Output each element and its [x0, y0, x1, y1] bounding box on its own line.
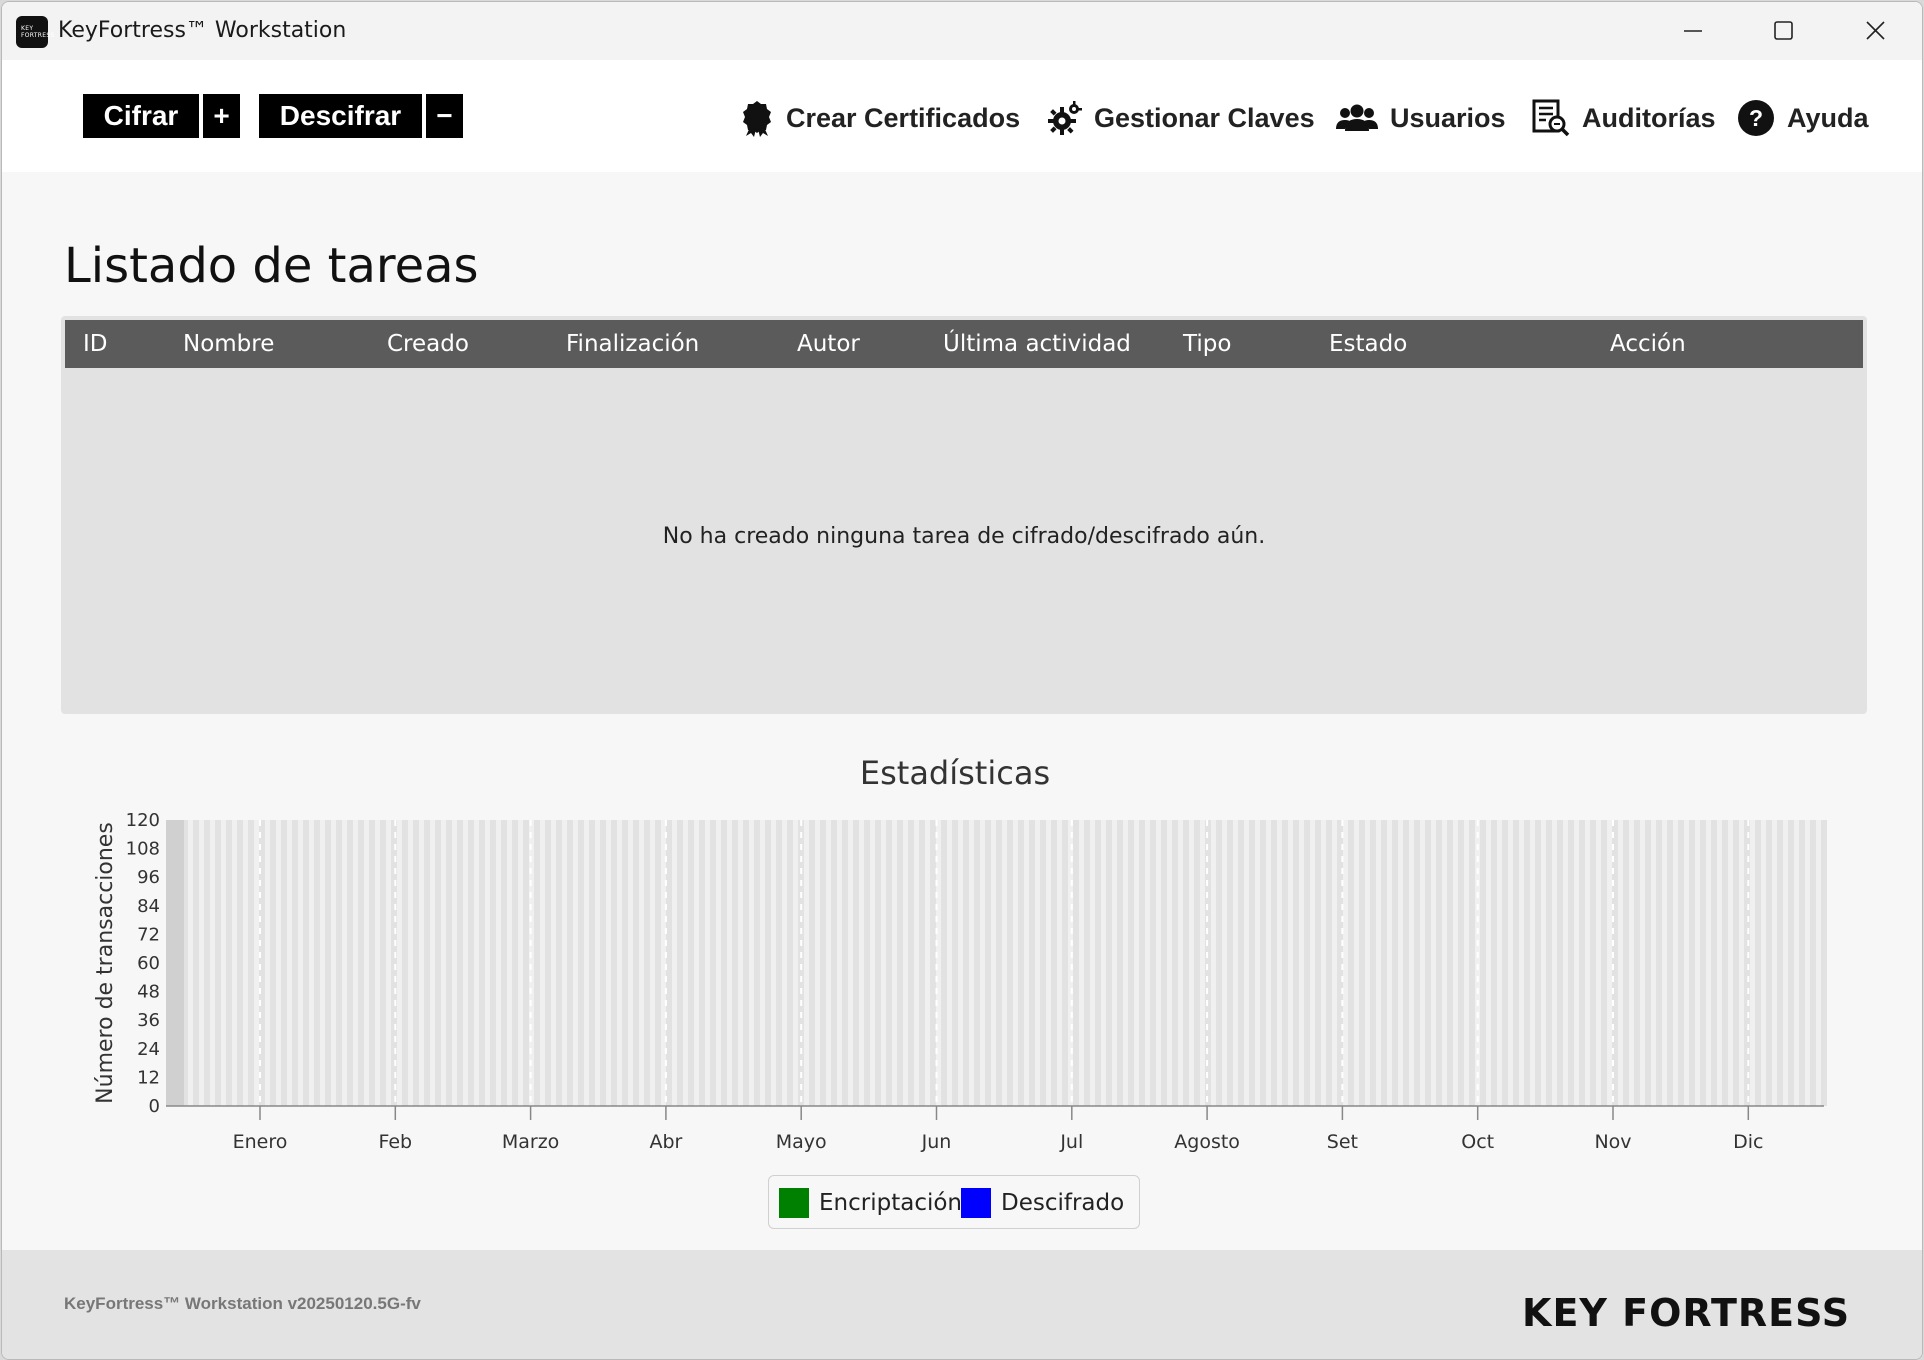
legend-swatch-encryption: [779, 1188, 809, 1218]
y-tick-label: 108: [126, 839, 160, 860]
maximize-icon: [1774, 21, 1793, 40]
nav-help-label: Ayuda: [1787, 102, 1869, 133]
y-tick-label: 36: [137, 1010, 160, 1031]
task-table-header: ID Nombre Creado Finalización Autor Últi…: [65, 320, 1863, 368]
legend-label-encryption: Encriptación: [819, 1190, 962, 1216]
descifrar-button[interactable]: Descifrar: [259, 94, 422, 138]
nav-audits[interactable]: Auditorías: [1532, 96, 1716, 140]
y-tick-label: 12: [137, 1067, 160, 1088]
y-tick-label: 0: [149, 1096, 160, 1117]
descifrar-remove-button[interactable]: −: [426, 94, 463, 138]
app-icon-text-top: KEY: [21, 25, 34, 32]
audit-document-search-icon: [1532, 99, 1570, 137]
minimize-button[interactable]: [1662, 12, 1722, 50]
column-header-last-activity[interactable]: Última actividad: [943, 320, 1131, 368]
nav-users-label: Usuarios: [1390, 102, 1506, 133]
chart-title: Estadísticas: [859, 754, 1051, 792]
x-tick-label: Agosto: [1174, 1131, 1240, 1153]
nav-create-certificates-label: Crear Certificados: [786, 102, 1021, 133]
empty-tasks-message: No ha creado ninguna tarea de cifrado/de…: [662, 524, 1266, 549]
x-tick-label: Abr: [649, 1131, 682, 1153]
footer: KeyFortress™ Workstation v20250120.5G-fv…: [2, 1250, 1922, 1359]
x-tick-label: Feb: [378, 1131, 412, 1153]
column-header-status[interactable]: Estado: [1329, 320, 1407, 368]
nav-create-certificates[interactable]: Crear Certificados: [740, 96, 1020, 140]
logo-wordmark: KEY FORTRESS™: [1522, 1291, 1852, 1334]
legend-label-decryption: Descifrado: [1001, 1190, 1125, 1216]
version-text: KeyFortress™ Workstation v20250120.5G-fv: [64, 1294, 421, 1313]
gears-icon: [1048, 101, 1082, 135]
y-axis-label: Número de transacciones: [93, 822, 118, 1104]
x-tick-label: Dic: [1733, 1131, 1763, 1153]
maximize-button[interactable]: [1754, 12, 1814, 50]
page-title: Listado de tareas: [64, 238, 479, 294]
x-tick-label: Enero: [233, 1131, 288, 1153]
close-button[interactable]: [1846, 12, 1906, 50]
keyfortress-logo: KEY FORTRESS™: [1522, 1291, 1852, 1334]
column-header-name[interactable]: Nombre: [183, 320, 274, 368]
column-header-id[interactable]: ID: [83, 320, 108, 368]
plot-left-band: [166, 820, 184, 1106]
cifrar-button[interactable]: Cifrar: [83, 94, 199, 138]
column-header-completion[interactable]: Finalización: [566, 320, 699, 368]
cifrar-add-button[interactable]: +: [203, 94, 240, 138]
y-tick-label: 72: [137, 924, 160, 945]
y-tick-label: 96: [137, 867, 160, 888]
legend-swatch-decryption: [961, 1188, 991, 1218]
nav-users[interactable]: Usuarios: [1336, 96, 1506, 140]
nav-manage-keys-label: Gestionar Claves: [1094, 102, 1315, 133]
window-title: KeyFortress™ Workstation: [58, 18, 347, 43]
y-tick-label: 84: [137, 896, 160, 917]
x-tick-label: Nov: [1594, 1131, 1631, 1153]
users-group-icon: [1336, 104, 1378, 131]
y-tick-label: 120: [126, 810, 160, 831]
column-header-action[interactable]: Acción: [1610, 320, 1686, 368]
nav-manage-keys[interactable]: Gestionar Claves: [1048, 96, 1315, 140]
nav-audits-label: Auditorías: [1582, 102, 1716, 133]
minimize-icon: [1684, 30, 1702, 32]
x-tick-label: Jul: [1059, 1131, 1083, 1153]
column-header-created[interactable]: Creado: [387, 320, 469, 368]
x-tick-label: Set: [1327, 1131, 1358, 1153]
chart-legend: Encriptación Descifrado: [768, 1175, 1140, 1229]
y-tick-label: 24: [137, 1039, 160, 1060]
x-tick-label: Marzo: [502, 1131, 559, 1153]
nav-help[interactable]: ? Ayuda: [1737, 96, 1869, 140]
certificate-award-icon: [743, 101, 771, 137]
app-window: KEY FORTRESS KeyFortress™ Workstation Ci…: [1, 1, 1923, 1360]
help-question-icon: ?: [1738, 100, 1774, 136]
x-tick-label: Oct: [1461, 1131, 1494, 1153]
close-icon: [1866, 21, 1885, 40]
y-tick-label: 48: [137, 982, 160, 1003]
column-header-author[interactable]: Autor: [797, 320, 860, 368]
x-tick-label: Mayo: [776, 1131, 827, 1153]
main-toolbar: Cifrar + Descifrar − Crear Certificados: [2, 60, 1922, 172]
title-bar: KEY FORTRESS KeyFortress™ Workstation: [2, 2, 1922, 60]
svg-text:?: ?: [1749, 105, 1763, 131]
x-tick-label: Jun: [921, 1131, 952, 1153]
app-logo-icon: KEY FORTRESS: [16, 16, 55, 48]
y-tick-label: 60: [137, 953, 160, 974]
column-header-type[interactable]: Tipo: [1183, 320, 1231, 368]
task-table: ID Nombre Creado Finalización Autor Últi…: [61, 316, 1867, 714]
app-icon-text-bottom: FORTRESS: [21, 32, 55, 39]
statistics-chart: 0 12 24 36 48 60 72 84 96 108 120 Número de transac…: [93, 810, 1827, 1153]
